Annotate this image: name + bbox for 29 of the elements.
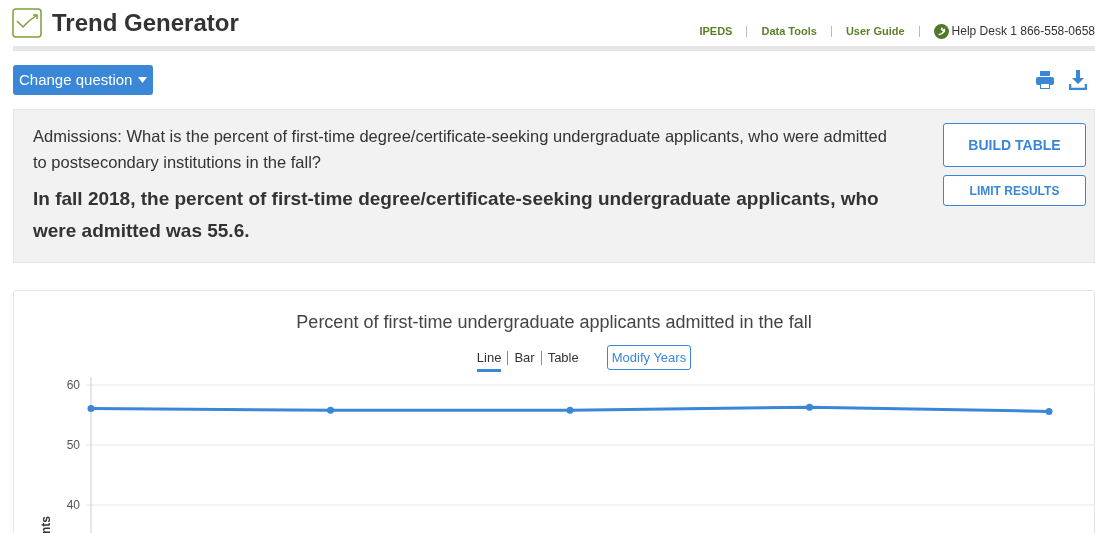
- y-axis-label: nts: [39, 515, 53, 533]
- view-tab[interactable]: Bar: [514, 344, 535, 372]
- trend-chart-icon: [12, 8, 42, 38]
- data-point: [1045, 407, 1053, 415]
- download-icon[interactable]: [1069, 70, 1087, 90]
- question-text: Admissions: What is the percent of first-time degree/certificate-seeking undergraduate applicants, who were admitted to postsecondary institutions in the fall?: [33, 126, 888, 173]
- data-point: [87, 404, 95, 412]
- help-desk-text: Help Desk 1 866-558-0658: [951, 23, 1095, 40]
- y-tick-label: 60: [66, 377, 80, 392]
- view-tab[interactable]: Table: [547, 344, 579, 372]
- y-tick-label: 40: [66, 497, 80, 512]
- chart-title: Percent of first-time undergraduate applicants admitted in the fall: [296, 311, 812, 334]
- answer-text: In fall 2018, the percent of first-time degree/certificate-seeking undergraduate applicants, who were admitted was 55.6.: [33, 187, 880, 243]
- action-button[interactable]: LIMIT RESULTS: [943, 175, 1086, 206]
- nav-link[interactable]: IPEDS: [699, 22, 733, 40]
- nav-link[interactable]: User Guide: [845, 22, 905, 40]
- change-question-dropdown[interactable]: Change question: [13, 65, 154, 95]
- data-point: [806, 403, 813, 411]
- page-title: Trend Generator: [52, 8, 239, 38]
- nav-link[interactable]: Data Tools: [761, 22, 817, 40]
- phone-icon: [933, 23, 949, 39]
- action-button[interactable]: BUILD TABLE: [943, 123, 1086, 167]
- caret-icon: [138, 77, 148, 83]
- view-tab[interactable]: Line: [476, 344, 502, 372]
- y-tick-label: 50: [66, 437, 80, 452]
- modify-years-button[interactable]: Modify Years: [606, 345, 692, 371]
- data-point: [327, 406, 334, 414]
- data-point: [566, 406, 574, 414]
- print-icon[interactable]: [1035, 70, 1055, 90]
